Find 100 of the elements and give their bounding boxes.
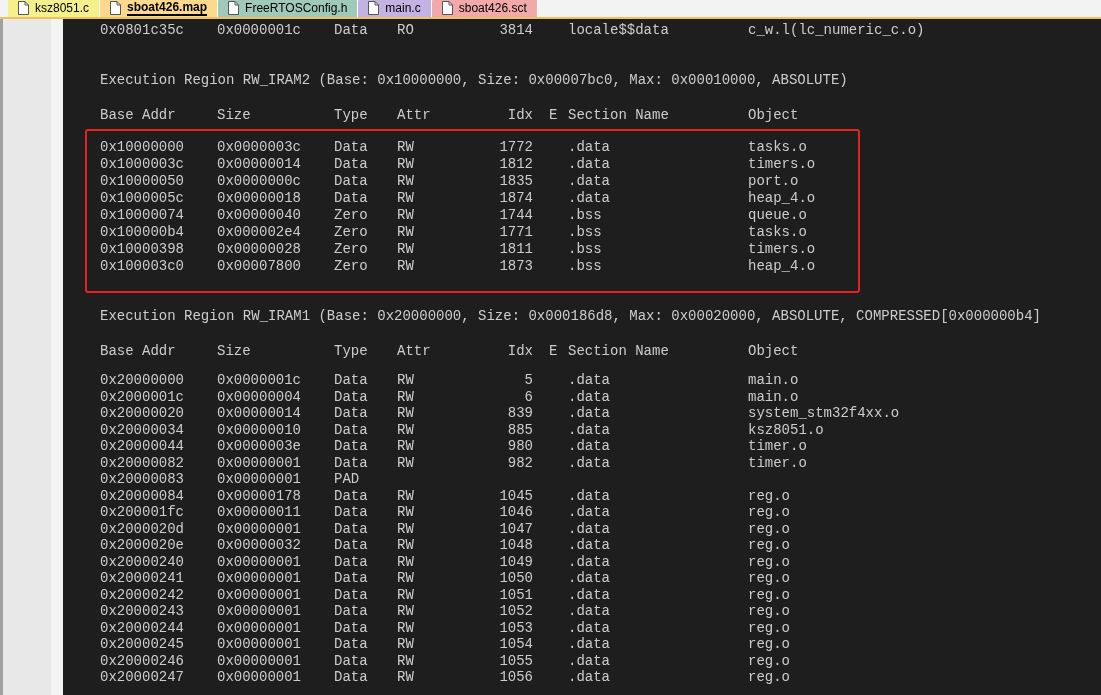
- base-address-cell: 0x20000034: [100, 421, 184, 438]
- type-cell: Data: [334, 619, 368, 636]
- document-icon: [110, 1, 122, 15]
- type-cell: Data: [334, 504, 368, 520]
- size-cell: 0x00000001: [217, 520, 301, 537]
- size-cell: 0x00000028: [217, 241, 301, 257]
- section-name-cell: .data: [568, 173, 610, 189]
- size-cell: 0x00000040: [217, 207, 301, 223]
- attribute-cell: RW: [397, 487, 414, 504]
- section-name-cell: .data: [568, 190, 610, 206]
- file-tab[interactable]: sboat426.map: [100, 0, 219, 17]
- attribute-cell: RW: [397, 636, 414, 652]
- column-heading: Section Name: [568, 343, 669, 359]
- attribute-cell: RW: [397, 173, 414, 189]
- attribute-cell: RW: [397, 504, 414, 520]
- type-cell: Zero: [334, 241, 368, 257]
- type-cell: PAD: [334, 471, 360, 487]
- attribute-cell: RW: [397, 156, 414, 172]
- base-address-cell: 0x20000245: [100, 636, 184, 652]
- document-icon: [368, 1, 380, 15]
- execution-region-line: Execution Region RW_IRAM2 (Base: 0x10000000, Size: 0x00007bc0, Max: 0x00010000, ABSOLUTE): [100, 72, 849, 89]
- section-name-cell: .bss: [568, 207, 602, 223]
- size-cell: 0x00000010: [217, 421, 301, 438]
- object-cell: heap_4.o: [748, 258, 816, 274]
- section-name-cell: .data: [568, 586, 610, 603]
- column-heading: Base Addr: [100, 107, 176, 123]
- column-heading: Attr: [397, 107, 431, 123]
- size-cell: 0x00000004: [217, 388, 301, 405]
- base-address-cell: 0x200001fc: [100, 504, 184, 520]
- index-cell: 1051: [499, 586, 533, 603]
- type-cell: Data: [334, 553, 368, 570]
- base-address-cell: 0x20000244: [100, 619, 184, 636]
- size-cell: 0x000002e4: [217, 224, 301, 240]
- size-cell: 0x00000014: [217, 405, 301, 421]
- type-cell: Data: [334, 669, 368, 685]
- index-cell: 1812: [499, 156, 533, 172]
- type-cell: Data: [334, 570, 368, 586]
- index-cell: 1045: [499, 487, 533, 504]
- type-cell: Data: [334, 372, 368, 388]
- section-name-cell: .data: [568, 454, 610, 471]
- base-address-cell: 0x100003c0: [100, 258, 184, 274]
- index-cell: 1835: [499, 173, 533, 189]
- section-name-cell: .data: [568, 619, 610, 636]
- index-cell: 1873: [499, 258, 533, 274]
- column-heading: Idx: [507, 343, 533, 359]
- type-cell: Data: [334, 405, 368, 421]
- base-address-cell: 0x10000000: [100, 139, 184, 155]
- index-cell: 1048: [499, 537, 533, 553]
- column-heading: Object: [748, 343, 799, 359]
- column-heading: Size: [217, 107, 251, 123]
- size-cell: 0x00007800: [217, 258, 301, 274]
- base-address-cell: 0x20000240: [100, 553, 184, 570]
- size-cell: 0x00000001: [217, 570, 301, 586]
- index-cell: 1772: [499, 139, 533, 155]
- file-tab[interactable]: ksz8051.c: [8, 0, 101, 17]
- section-name-cell: locale$$data: [568, 22, 669, 38]
- object-cell: main.o: [748, 372, 799, 388]
- object-cell: queue.o: [748, 207, 807, 223]
- base-address-cell: 0x10000074: [100, 207, 184, 223]
- attribute-cell: RW: [397, 224, 414, 240]
- attribute-cell: RW: [397, 537, 414, 553]
- section-name-cell: .data: [568, 421, 610, 438]
- object-cell: ksz8051.o: [748, 421, 824, 438]
- index-cell: 6: [524, 388, 533, 405]
- type-cell: Zero: [334, 207, 368, 223]
- file-tab[interactable]: main.c: [358, 0, 432, 17]
- attribute-cell: RW: [397, 669, 414, 685]
- attribute-cell: RW: [397, 438, 414, 454]
- object-cell: timer.o: [748, 454, 807, 471]
- object-cell: heap_4.o: [748, 190, 816, 206]
- object-cell: tasks.o: [748, 224, 807, 240]
- type-cell: Data: [334, 487, 368, 504]
- type-cell: Zero: [334, 224, 368, 240]
- object-cell: port.o: [748, 173, 799, 189]
- type-cell: Data: [334, 22, 368, 38]
- section-name-cell: .data: [568, 636, 610, 652]
- base-address-cell: 0x1000003c: [100, 156, 184, 172]
- file-tab[interactable]: sboat426.sct: [431, 0, 538, 17]
- object-cell: system_stm32f4xx.o: [748, 405, 900, 421]
- attribute-cell: RW: [397, 421, 414, 438]
- type-cell: Data: [334, 454, 368, 471]
- size-cell: 0x0000001c: [217, 22, 301, 38]
- section-name-cell: .data: [568, 570, 610, 586]
- base-address-cell: 0x100000b4: [100, 224, 184, 240]
- object-cell: reg.o: [748, 619, 790, 636]
- size-cell: 0x00000001: [217, 553, 301, 570]
- size-cell: 0x0000003e: [217, 438, 301, 454]
- size-cell: 0x0000003c: [217, 139, 301, 155]
- size-cell: 0x00000014: [217, 156, 301, 172]
- object-cell: tasks.o: [748, 139, 807, 155]
- object-cell: reg.o: [748, 570, 790, 586]
- attribute-cell: RO: [397, 22, 414, 38]
- size-cell: 0x00000018: [217, 190, 301, 206]
- column-heading: Attr: [397, 343, 431, 359]
- file-tab[interactable]: FreeRTOSConfig.h: [218, 0, 359, 17]
- index-cell: 1054: [499, 636, 533, 652]
- object-cell: main.o: [748, 388, 799, 405]
- attribute-cell: RW: [397, 570, 414, 586]
- object-cell: timers.o: [748, 156, 816, 172]
- base-address-cell: 0x1000005c: [100, 190, 184, 206]
